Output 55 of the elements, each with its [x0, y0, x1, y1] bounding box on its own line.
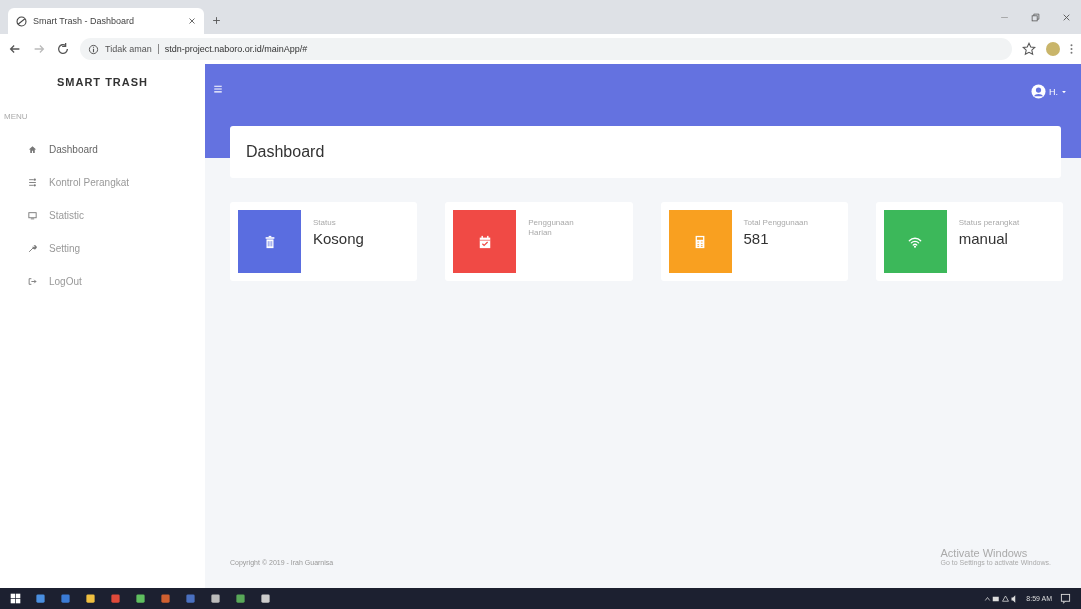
- app-icon: [260, 593, 271, 604]
- sidebar-item[interactable]: Kontrol Perangkat: [0, 166, 205, 199]
- menu-section-label: MENU: [3, 112, 29, 123]
- page-title: Dashboard: [230, 126, 1061, 178]
- sidebar-item[interactable]: LogOut: [0, 265, 205, 298]
- user-avatar-icon: [1031, 84, 1046, 99]
- home-icon: [28, 145, 37, 154]
- plus-icon: [212, 16, 221, 25]
- card-label: Total Penggunaan: [743, 218, 809, 228]
- kebab-menu-icon: [1070, 43, 1073, 55]
- caret-icon: [1061, 88, 1067, 95]
- app-icon: [135, 593, 146, 604]
- card-value: manual: [958, 230, 1009, 247]
- app-icon: [60, 593, 71, 604]
- app-icon: [35, 593, 46, 604]
- start-icon: [10, 593, 21, 604]
- sidebar-item[interactable]: Dashboard: [0, 133, 205, 166]
- browser-tab[interactable]: Smart Trash - Dashboard: [8, 8, 204, 34]
- logout-icon: [28, 277, 37, 286]
- profile-avatar[interactable]: [1046, 42, 1060, 56]
- app-icon: [235, 593, 246, 604]
- calculator-icon: [693, 234, 707, 249]
- sidebar-item[interactable]: Setting: [0, 232, 205, 265]
- security-label: Tidak aman: [105, 44, 159, 54]
- wrench-icon: [28, 244, 37, 253]
- card-value: 581: [743, 230, 770, 247]
- app-icon: [160, 593, 171, 604]
- sliders-icon: [28, 178, 37, 187]
- card-value: Kosong: [313, 230, 365, 247]
- card-label: Status: [313, 218, 337, 228]
- activation-title: Activate Windows: [940, 547, 1029, 559]
- close-icon: [188, 17, 196, 25]
- calendar-icon: [477, 234, 492, 249]
- menu-icon: [213, 84, 223, 94]
- info-icon: [88, 43, 99, 55]
- brand-title: SMART TRASH: [55, 76, 150, 90]
- app-icon: [185, 593, 196, 604]
- sidebar-item[interactable]: Statistic: [0, 199, 205, 232]
- reload-icon: [56, 42, 70, 56]
- app-icon: [210, 593, 221, 604]
- card-label: Penggunaan Harian: [528, 218, 575, 238]
- star-icon: [1022, 42, 1036, 56]
- notification-icon: [1060, 593, 1071, 604]
- close-icon: [1062, 12, 1071, 22]
- monitor-icon: [28, 211, 37, 220]
- user-menu[interactable]: H.: [1031, 84, 1067, 99]
- url-text: stdn-project.naboro.or.id/mainApp/#: [164, 44, 308, 54]
- back-icon: [8, 42, 22, 56]
- app-icon: [85, 593, 96, 604]
- restore-icon: [1031, 12, 1040, 22]
- card-label: Status perangkat: [958, 218, 1021, 228]
- app-icon: [110, 593, 121, 604]
- tab-title: Smart Trash - Dashboard: [33, 16, 136, 26]
- address-bar[interactable]: Tidak aman stdn-project.naboro.or.id/mainApp/#: [80, 38, 1012, 60]
- forward-icon: [32, 42, 46, 56]
